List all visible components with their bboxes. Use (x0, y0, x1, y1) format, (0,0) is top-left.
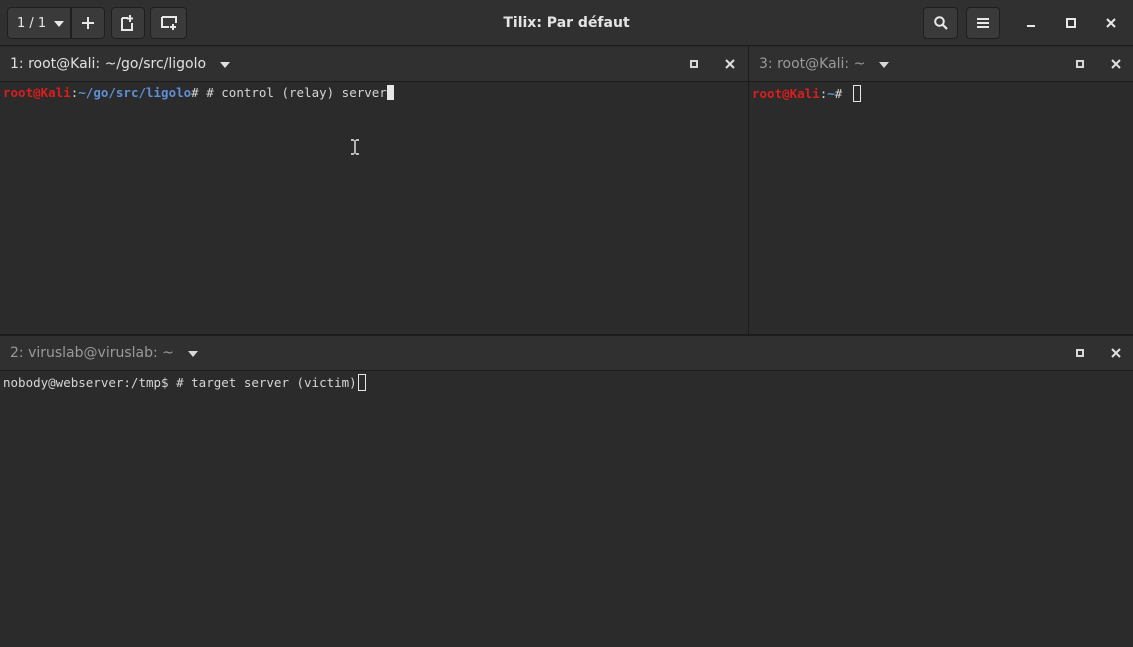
prompt-path: ~ (827, 86, 835, 101)
session-switcher-button[interactable]: 1 / 1 (7, 7, 71, 39)
pane-3-title-menu[interactable]: 3: root@Kali: ~ (759, 56, 890, 72)
add-terminal-down-button[interactable] (150, 7, 187, 39)
pane-2-title-menu[interactable]: 2: viruslab@viruslab: ~ (10, 345, 198, 361)
pane-2-terminal[interactable]: nobody@webserver:/tmp$ # target server (… (0, 372, 1133, 647)
pane-1-terminal[interactable]: root@Kali:~/go/src/ligolo# # control (re… (0, 83, 748, 334)
minimize-icon (1027, 25, 1035, 27)
pane-2-close-button[interactable] (1108, 345, 1124, 361)
add-terminal-down-icon (160, 16, 177, 30)
pane-1-close-button[interactable] (722, 56, 738, 72)
prompt-symbol: # (834, 86, 850, 101)
maximize-icon (1076, 60, 1084, 68)
header-bar: 1 / 1 Tilix: Par défaut (0, 0, 1133, 46)
chevron-down-icon (54, 20, 65, 27)
pane-1-maximize-button[interactable] (686, 56, 702, 72)
pane-1-title-menu[interactable]: 1: root@Kali: ~/go/src/ligolo (10, 56, 231, 72)
pane-3-maximize-button[interactable] (1072, 56, 1088, 72)
pane-3-title: 3: root@Kali: ~ (759, 56, 866, 72)
close-icon (725, 59, 735, 69)
pane-2-maximize-button[interactable] (1072, 345, 1088, 361)
chevron-down-icon (220, 61, 231, 68)
prompt-symbol: # (191, 85, 207, 100)
minimize-button[interactable] (1019, 11, 1043, 35)
close-icon (1111, 348, 1121, 358)
pane-1-titlebar[interactable]: 1: root@Kali: ~/go/src/ligolo (0, 47, 748, 82)
menu-button[interactable] (966, 7, 1000, 39)
search-icon (933, 16, 948, 30)
add-terminal-right-icon (121, 15, 133, 31)
chevron-down-icon (187, 350, 198, 357)
command-text: # control (relay) server (206, 85, 387, 100)
close-window-button[interactable] (1099, 11, 1123, 35)
pane-2-title: 2: viruslab@viruslab: ~ (10, 345, 174, 361)
hamburger-menu-icon (977, 18, 989, 28)
maximize-icon (690, 60, 698, 68)
text-cursor (357, 374, 366, 391)
prompt-text: nobody@webserver:/tmp$ (3, 375, 177, 390)
prompt-path: ~/go/src/ligolo (78, 85, 192, 100)
plus-icon (82, 17, 94, 29)
pane-3-terminal[interactable]: root@Kali:~# (749, 83, 1133, 334)
pane-2-titlebar[interactable]: 2: viruslab@viruslab: ~ (0, 336, 1133, 371)
command-text: # target server (victim) (176, 375, 357, 390)
pane-1-title: 1: root@Kali: ~/go/src/ligolo (10, 56, 207, 72)
pane-3-close-button[interactable] (1108, 56, 1124, 72)
maximize-icon (1076, 349, 1084, 357)
close-icon (1111, 59, 1121, 69)
search-button[interactable] (923, 7, 958, 39)
add-terminal-right-button[interactable] (111, 7, 145, 39)
prompt-user: root@Kali (3, 85, 71, 100)
ibeam-cursor-icon (351, 139, 359, 155)
maximize-button[interactable] (1059, 11, 1083, 35)
maximize-icon (1066, 18, 1076, 28)
session-counter: 1 / 1 (17, 15, 47, 31)
text-cursor (852, 85, 861, 102)
prompt-user: root@Kali (752, 86, 820, 101)
add-session-button[interactable] (71, 7, 105, 39)
text-cursor (386, 85, 394, 100)
chevron-down-icon (879, 61, 890, 68)
close-icon (1106, 18, 1116, 28)
pane-3-titlebar[interactable]: 3: root@Kali: ~ (749, 47, 1133, 82)
